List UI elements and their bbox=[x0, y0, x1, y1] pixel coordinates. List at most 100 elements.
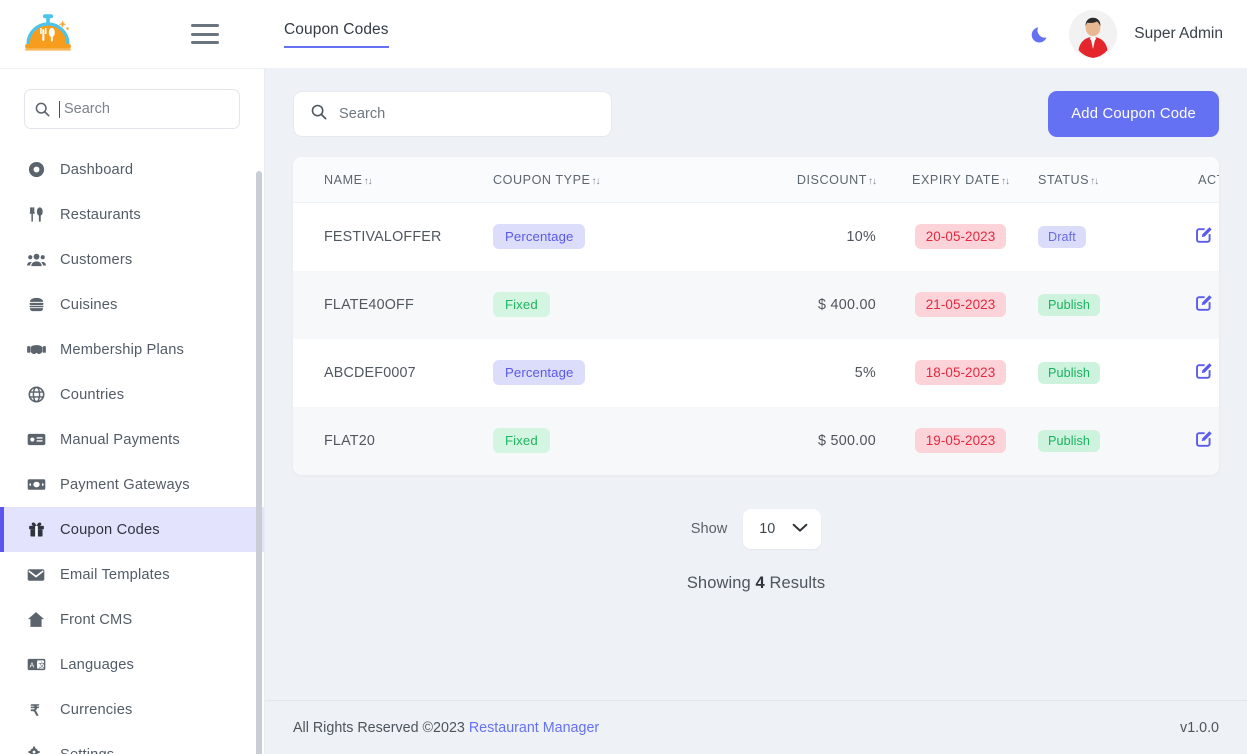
sidebar-item-dashboard[interactable]: Dashboard bbox=[0, 147, 264, 192]
svg-text:文: 文 bbox=[38, 660, 45, 669]
cell-action bbox=[1163, 339, 1219, 407]
cell-action bbox=[1163, 203, 1219, 271]
edit-pencil-icon[interactable] bbox=[1189, 294, 1218, 316]
sidebar-search-input[interactable]: Search bbox=[24, 89, 240, 129]
column-label: DISCOUNT bbox=[796, 173, 867, 187]
footer-brand-link[interactable]: Restaurant Manager bbox=[469, 720, 599, 736]
column-header-discount[interactable]: DISCOUNT↑↓ bbox=[713, 157, 883, 203]
sidebar-item-restaurants[interactable]: Restaurants bbox=[0, 192, 264, 237]
expiry-badge: 18-05-2023 bbox=[914, 360, 1007, 385]
column-header-coupon-type[interactable]: COUPON TYPE↑↓ bbox=[493, 157, 713, 203]
sidebar-menu: Dashboard Restaurants Customers Cuisines… bbox=[0, 147, 264, 754]
table-row[interactable]: FLATE40OFF Fixed $ 400.00 21-05-2023 Pub… bbox=[293, 270, 1219, 339]
coupon-type-badge: Percentage bbox=[493, 224, 586, 250]
table-header-row: NAME↑↓ COUPON TYPE↑↓ DISCOUNT↑↓ EXPIRY D… bbox=[293, 157, 1219, 203]
sidebar-item-coupon-codes[interactable]: Coupon Codes bbox=[0, 507, 264, 552]
edit-pencil-icon[interactable] bbox=[1189, 226, 1218, 248]
cell-discount: $ 400.00 bbox=[817, 296, 876, 313]
hamburger-icon[interactable] bbox=[191, 24, 219, 44]
sidebar-item-countries[interactable]: Countries bbox=[0, 372, 264, 417]
footer: All Rights Reserved ©2023 Restaurant Man… bbox=[265, 700, 1247, 754]
main-scroll-area: Search Add Coupon Code NAME↑↓ COUPON TYP… bbox=[265, 69, 1247, 700]
column-label: EXPIRY DATE bbox=[912, 173, 1000, 187]
page-size-row: Show 10 bbox=[293, 508, 1219, 549]
column-header-status[interactable]: STATUS↑↓ bbox=[1038, 157, 1163, 203]
copyright-text: All Rights Reserved ©2023 bbox=[293, 719, 465, 736]
status-badge: Publish bbox=[1038, 429, 1101, 452]
sidebar-item-payment-gateways[interactable]: Payment Gateways bbox=[0, 462, 264, 507]
body: Search Dashboard Restaurants Customers C… bbox=[0, 69, 1247, 754]
app-root: Coupon Codes Super Admin Search Dashboar… bbox=[0, 0, 1247, 754]
column-header-name[interactable]: NAME↑↓ bbox=[293, 157, 493, 203]
cell-expiry: 21-05-2023 bbox=[883, 271, 1038, 339]
coupon-type-badge: Fixed bbox=[493, 428, 550, 453]
edit-pencil-icon[interactable] bbox=[1189, 430, 1218, 452]
page-size-value: 10 bbox=[759, 520, 776, 537]
sort-arrows-icon[interactable]: ↑↓ bbox=[1090, 176, 1099, 187]
sidebar-search-placeholder: Search bbox=[64, 101, 110, 117]
cell-status: Publish bbox=[1038, 407, 1163, 475]
text-caret bbox=[59, 100, 60, 118]
status-badge: Publish bbox=[1038, 361, 1101, 384]
restaurant-icon bbox=[26, 205, 46, 225]
sidebar-toggle[interactable] bbox=[146, 24, 264, 44]
top-bar: Coupon Codes Super Admin bbox=[0, 0, 1247, 69]
sidebar-item-manual-payments[interactable]: Manual Payments bbox=[0, 417, 264, 462]
cell-expiry: 18-05-2023 bbox=[883, 339, 1038, 407]
sidebar-item-label: Restaurants bbox=[60, 206, 141, 223]
sort-arrows-icon[interactable]: ↑↓ bbox=[592, 176, 601, 187]
page-size-select[interactable]: 10 bbox=[743, 508, 822, 549]
cell-coupon-type: Percentage bbox=[493, 339, 713, 407]
show-label: Show bbox=[690, 520, 728, 537]
sidebar-item-settings[interactable]: Settings bbox=[0, 732, 264, 754]
sidebar-item-cuisines[interactable]: Cuisines bbox=[0, 282, 264, 327]
sidebar-item-label: Countries bbox=[60, 386, 125, 403]
cell-discount: $ 500.00 bbox=[817, 432, 876, 449]
sidebar-item-front-cms[interactable]: Front CMS bbox=[0, 597, 264, 642]
sidebar-item-languages[interactable]: A 文 Languages bbox=[0, 642, 264, 687]
svg-text:A: A bbox=[29, 663, 34, 670]
rupee-icon: ₹ bbox=[26, 700, 46, 720]
cell-name: ABCDEF0007 bbox=[324, 364, 416, 381]
sidebar: Search Dashboard Restaurants Customers C… bbox=[0, 69, 265, 754]
add-coupon-code-button[interactable]: Add Coupon Code bbox=[1048, 91, 1219, 137]
gears-icon bbox=[26, 745, 46, 754]
logo-area[interactable] bbox=[0, 11, 146, 57]
coupon-type-badge: Fixed bbox=[493, 292, 550, 317]
cell-action bbox=[1163, 271, 1219, 339]
sidebar-item-membership-plans[interactable]: Membership Plans bbox=[0, 327, 264, 372]
sidebar-item-email-templates[interactable]: Email Templates bbox=[0, 552, 264, 597]
sort-arrows-icon[interactable]: ↑↓ bbox=[364, 176, 373, 187]
table-row[interactable]: FLAT20 Fixed $ 500.00 19-05-2023 Publish bbox=[293, 406, 1219, 475]
avatar[interactable] bbox=[1069, 10, 1118, 58]
sidebar-item-label: Languages bbox=[60, 656, 135, 673]
sidebar-item-customers[interactable]: Customers bbox=[0, 237, 264, 282]
sort-arrows-icon[interactable]: ↑↓ bbox=[868, 176, 877, 187]
search-input[interactable]: Search bbox=[293, 91, 612, 137]
table-row[interactable]: ABCDEF0007 Percentage 5% 18-05-2023 Publ… bbox=[293, 338, 1219, 407]
cell-name: FLATE40OFF bbox=[324, 296, 414, 313]
moon-icon[interactable] bbox=[1030, 23, 1052, 45]
cell-name: FESTIVALOFFER bbox=[324, 228, 442, 245]
breadcrumb: Coupon Codes bbox=[264, 21, 1030, 48]
sidebar-item-label: Manual Payments bbox=[60, 431, 180, 448]
sidebar-item-label: Currencies bbox=[60, 701, 133, 718]
results-summary: Showing 4 Results bbox=[293, 574, 1219, 593]
user-name: Super Admin bbox=[1134, 25, 1223, 42]
user-area: Super Admin bbox=[1030, 10, 1247, 58]
sidebar-scrollbar[interactable] bbox=[256, 171, 262, 754]
cell-discount: 5% bbox=[854, 364, 876, 381]
expiry-badge: 20-05-2023 bbox=[914, 224, 1007, 250]
sidebar-item-currencies[interactable]: ₹ Currencies bbox=[0, 687, 264, 732]
table-row[interactable]: FESTIVALOFFER Percentage 10% 20-05-2023 … bbox=[293, 202, 1219, 271]
version-label: v1.0.0 bbox=[1180, 719, 1219, 736]
column-header-expiry-date[interactable]: EXPIRY DATE↑↓ bbox=[883, 157, 1038, 203]
expiry-badge: 19-05-2023 bbox=[914, 428, 1007, 453]
column-label: STATUS bbox=[1038, 173, 1090, 187]
sort-arrows-icon[interactable]: ↑↓ bbox=[1001, 176, 1010, 187]
dashboard-icon bbox=[26, 160, 46, 180]
edit-pencil-icon[interactable] bbox=[1189, 362, 1218, 384]
burger-icon bbox=[26, 295, 46, 315]
home-icon bbox=[26, 610, 46, 630]
gift-icon bbox=[26, 520, 46, 540]
